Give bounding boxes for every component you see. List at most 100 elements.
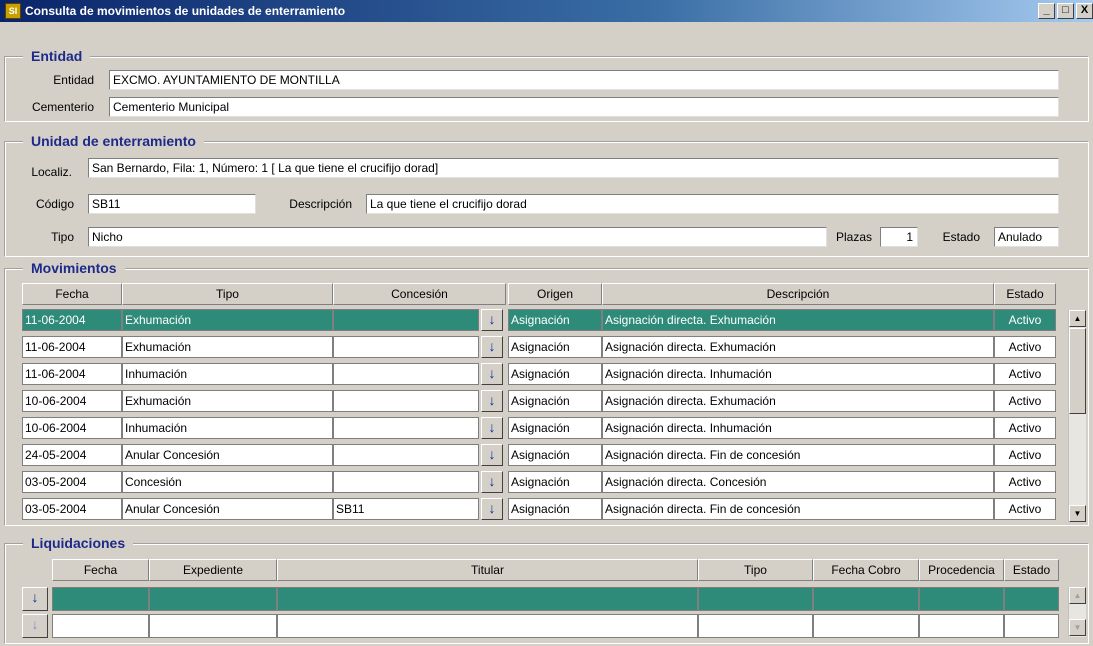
liquidacion-detail-icon[interactable]: ↓ [22, 614, 48, 638]
cell-concesion[interactable] [333, 336, 479, 358]
cell-tipo[interactable]: Concesión [122, 471, 333, 493]
cell-tipo[interactable]: Inhumación [122, 363, 333, 385]
column-header-descripcion[interactable]: Descripción [602, 283, 994, 305]
cell-concesion[interactable] [333, 390, 479, 412]
cell-concesion[interactable] [333, 417, 479, 439]
cell-descripcion[interactable]: Asignación directa. Fin de concesión [602, 444, 994, 466]
plazas-field[interactable]: 1 [880, 227, 918, 247]
cell-origen[interactable]: Asignación [508, 390, 602, 412]
title-bar[interactable]: SI Consulta de movimientos de unidades d… [0, 0, 1093, 22]
liq-cell-tipo[interactable] [698, 614, 813, 638]
column-header-origen[interactable]: Origen [508, 283, 602, 305]
cell-origen[interactable]: Asignación [508, 444, 602, 466]
cell-tipo[interactable]: Exhumación [122, 390, 333, 412]
cell-descripcion[interactable]: Asignación directa. Concesión [602, 471, 994, 493]
descripcion-field[interactable]: La que tiene el crucifijo dorad [366, 194, 1059, 214]
concesion-lov-icon[interactable]: ↓ [481, 309, 503, 331]
cell-tipo[interactable]: Exhumación [122, 336, 333, 358]
cell-tipo[interactable]: Anular Concesión [122, 444, 333, 466]
cell-fecha[interactable]: 03-05-2004 [22, 471, 122, 493]
cell-estado[interactable]: Activo [994, 444, 1056, 466]
cell-concesion[interactable]: SB11 [333, 498, 479, 520]
localiz-field[interactable]: San Bernardo, Fila: 1, Número: 1 [ La qu… [88, 158, 1059, 178]
cell-origen[interactable]: Asignación [508, 309, 602, 331]
liq-cell-tipo[interactable] [698, 587, 813, 611]
column-header-tipo[interactable]: Tipo [122, 283, 333, 305]
liq-cell-fecha[interactable] [52, 614, 149, 638]
cell-fecha[interactable]: 11-06-2004 [22, 336, 122, 358]
scroll-thumb[interactable] [1069, 328, 1086, 414]
cell-concesion[interactable] [333, 363, 479, 385]
minimize-button[interactable]: _ [1038, 3, 1055, 19]
close-button[interactable]: X [1076, 3, 1093, 19]
cell-concesion[interactable] [333, 444, 479, 466]
cell-descripcion[interactable]: Asignación directa. Inhumación [602, 417, 994, 439]
liq-scroll-down-icon[interactable]: ▼ [1069, 619, 1086, 636]
cell-estado[interactable]: Activo [994, 363, 1056, 385]
column-header-fecha[interactable]: Fecha [22, 283, 122, 305]
liq-cell-fecha-cobro[interactable] [813, 587, 919, 611]
liq-column-header-procedencia[interactable]: Procedencia [919, 559, 1004, 581]
cell-estado[interactable]: Activo [994, 498, 1056, 520]
liq-cell-estado[interactable] [1004, 587, 1059, 611]
liq-column-header-expediente[interactable]: Expediente [149, 559, 277, 581]
cell-concesion[interactable] [333, 471, 479, 493]
concesion-lov-icon[interactable]: ↓ [481, 363, 503, 385]
liq-cell-titular[interactable] [277, 614, 698, 638]
codigo-field[interactable]: SB11 [88, 194, 256, 214]
column-header-estado[interactable]: Estado [994, 283, 1056, 305]
liq-cell-titular[interactable] [277, 587, 698, 611]
liquidacion-detail-icon[interactable]: ↓ [22, 587, 48, 611]
cell-descripcion[interactable]: Asignación directa. Fin de concesión [602, 498, 994, 520]
liq-column-header-estado[interactable]: Estado [1004, 559, 1059, 581]
scroll-down-icon[interactable]: ▼ [1069, 505, 1086, 522]
cell-fecha[interactable]: 11-06-2004 [22, 309, 122, 331]
cell-descripcion[interactable]: Asignación directa. Exhumación [602, 336, 994, 358]
cell-tipo[interactable]: Anular Concesión [122, 498, 333, 520]
cell-estado[interactable]: Activo [994, 390, 1056, 412]
cell-tipo[interactable]: Inhumación [122, 417, 333, 439]
cell-concesion[interactable] [333, 309, 479, 331]
cell-fecha[interactable]: 24-05-2004 [22, 444, 122, 466]
liq-scroll-up-icon[interactable]: ▲ [1069, 587, 1086, 604]
column-header-concesion[interactable]: Concesión [333, 283, 506, 305]
cell-origen[interactable]: Asignación [508, 498, 602, 520]
liq-column-header-titular[interactable]: Titular [277, 559, 698, 581]
movimientos-scrollbar[interactable]: ▲ ▼ [1068, 310, 1086, 522]
liq-column-header-tipo[interactable]: Tipo [698, 559, 813, 581]
tipo-field[interactable]: Nicho [88, 227, 827, 247]
cell-estado[interactable]: Activo [994, 471, 1056, 493]
cell-fecha[interactable]: 10-06-2004 [22, 390, 122, 412]
liquidaciones-scrollbar[interactable]: ▲ ▼ [1068, 587, 1086, 637]
liq-cell-expediente[interactable] [149, 614, 277, 638]
estado-field[interactable]: Anulado [994, 227, 1059, 247]
liq-cell-fecha-cobro[interactable] [813, 614, 919, 638]
cell-descripcion[interactable]: Asignación directa. Exhumación [602, 390, 994, 412]
cell-origen[interactable]: Asignación [508, 471, 602, 493]
liq-column-header-fecha[interactable]: Fecha [52, 559, 149, 581]
cell-origen[interactable]: Asignación [508, 336, 602, 358]
cell-origen[interactable]: Asignación [508, 363, 602, 385]
liq-cell-procedencia[interactable] [919, 614, 1004, 638]
entidad-field[interactable]: EXCMO. AYUNTAMIENTO DE MONTILLA [109, 70, 1059, 90]
scroll-up-icon[interactable]: ▲ [1069, 310, 1086, 327]
liq-cell-procedencia[interactable] [919, 587, 1004, 611]
cell-fecha[interactable]: 10-06-2004 [22, 417, 122, 439]
cell-descripcion[interactable]: Asignación directa. Exhumación [602, 309, 994, 331]
cell-descripcion[interactable]: Asignación directa. Inhumación [602, 363, 994, 385]
concesion-lov-icon[interactable]: ↓ [481, 336, 503, 358]
cell-estado[interactable]: Activo [994, 309, 1056, 331]
cementerio-field[interactable]: Cementerio Municipal [109, 97, 1059, 117]
cell-estado[interactable]: Activo [994, 336, 1056, 358]
cell-origen[interactable]: Asignación [508, 417, 602, 439]
liq-cell-estado[interactable] [1004, 614, 1059, 638]
concesion-lov-icon[interactable]: ↓ [481, 471, 503, 493]
concesion-lov-icon[interactable]: ↓ [481, 498, 503, 520]
concesion-lov-icon[interactable]: ↓ [481, 390, 503, 412]
liq-column-header-fecha-cobro[interactable]: Fecha Cobro [813, 559, 919, 581]
liq-cell-expediente[interactable] [149, 587, 277, 611]
cell-estado[interactable]: Activo [994, 417, 1056, 439]
liq-cell-fecha[interactable] [52, 587, 149, 611]
concesion-lov-icon[interactable]: ↓ [481, 417, 503, 439]
cell-fecha[interactable]: 03-05-2004 [22, 498, 122, 520]
